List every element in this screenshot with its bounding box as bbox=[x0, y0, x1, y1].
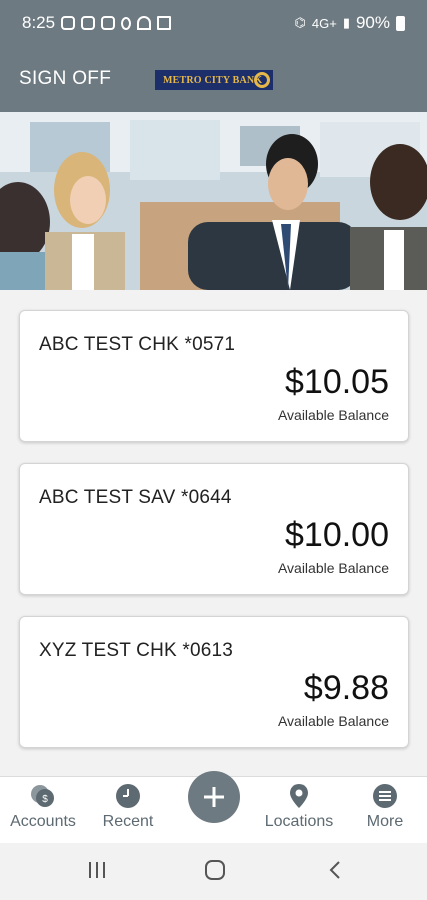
logo-ring-icon bbox=[254, 72, 270, 88]
business-meeting-illustration bbox=[0, 112, 427, 290]
bank-logo: METRO CITY BANK bbox=[155, 70, 273, 90]
wifi-icon bbox=[137, 16, 152, 30]
nav-locations[interactable]: Locations bbox=[257, 783, 341, 831]
plus-icon bbox=[204, 787, 224, 807]
home-icon[interactable] bbox=[204, 859, 226, 881]
nav-accounts-label: Accounts bbox=[10, 813, 76, 830]
menu-icon bbox=[373, 784, 397, 808]
image-icon bbox=[157, 16, 172, 30]
account-card[interactable]: ABC TEST CHK *0571 $10.05 Available Bala… bbox=[19, 310, 409, 442]
account-card[interactable]: ABC TEST SAV *0644 $10.00 Available Bala… bbox=[19, 463, 409, 595]
sign-off-button[interactable]: SIGN OFF bbox=[19, 68, 111, 90]
svg-text:$: $ bbox=[42, 794, 48, 805]
balance-label: Available Balance bbox=[277, 560, 389, 576]
nav-locations-label: Locations bbox=[264, 813, 334, 830]
status-time: 8:25 bbox=[22, 13, 56, 32]
status-left: 8:25 bbox=[22, 13, 172, 33]
hero-banner-image bbox=[0, 112, 427, 290]
accounts-icon: $ bbox=[31, 785, 54, 807]
instagram-icon bbox=[81, 16, 96, 30]
add-button[interactable] bbox=[188, 771, 240, 823]
status-right: ⌬ 4G+ ▮ 90% bbox=[295, 13, 405, 33]
instagram-icon bbox=[101, 16, 116, 30]
recent-apps-icon[interactable] bbox=[86, 859, 108, 881]
nav-accounts[interactable]: $ Accounts bbox=[1, 783, 85, 831]
battery-icon bbox=[396, 15, 405, 31]
account-balance: $10.00 bbox=[285, 516, 389, 554]
nav-recent[interactable]: Recent bbox=[86, 783, 170, 831]
back-icon[interactable] bbox=[324, 859, 346, 881]
status-bar: 8:25 ⌬ 4G+ ▮ 90% bbox=[0, 0, 427, 46]
nav-recent-label: Recent bbox=[102, 813, 154, 830]
account-list: ABC TEST CHK *0571 $10.05 Available Bala… bbox=[19, 310, 409, 769]
app-header: SIGN OFF METRO CITY BANK bbox=[0, 46, 427, 112]
logo-text: METRO CITY BANK bbox=[163, 74, 263, 86]
system-nav-bar bbox=[0, 843, 427, 900]
location-pin-icon bbox=[290, 784, 308, 808]
network-type: 4G+ bbox=[311, 15, 337, 31]
bottom-nav: $ Accounts Recent Locations More bbox=[0, 771, 427, 843]
nav-more[interactable]: More bbox=[343, 783, 427, 831]
signal-icon: ▮ bbox=[342, 15, 350, 30]
account-name: XYZ TEST CHK *0613 bbox=[39, 640, 234, 661]
account-name: ABC TEST CHK *0571 bbox=[39, 334, 236, 355]
battery-percent: 90% bbox=[355, 13, 390, 32]
account-card[interactable]: XYZ TEST CHK *0613 $9.88 Available Balan… bbox=[19, 616, 409, 748]
account-name: ABC TEST SAV *0644 bbox=[39, 487, 232, 508]
balance-label: Available Balance bbox=[277, 407, 389, 423]
balance-label: Available Balance bbox=[277, 713, 389, 729]
account-balance: $9.88 bbox=[303, 669, 389, 707]
hotspot-icon: ⌬ bbox=[294, 15, 306, 30]
nav-more-label: More bbox=[366, 813, 404, 830]
clock-icon bbox=[116, 784, 140, 808]
lock-icon bbox=[121, 16, 132, 30]
instagram-icon bbox=[61, 16, 76, 30]
account-balance: $10.05 bbox=[285, 363, 389, 401]
